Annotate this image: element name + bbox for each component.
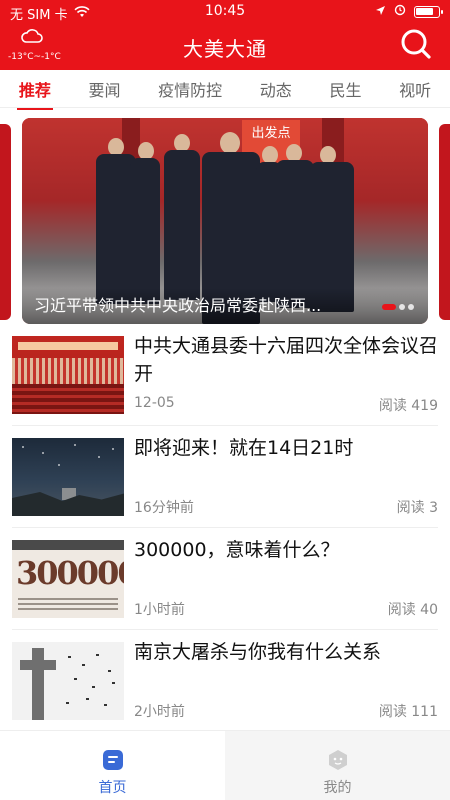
news-time: 2小时前 <box>134 704 185 720</box>
news-time: 16分钟前 <box>134 500 194 516</box>
news-thumbnail: 300000 <box>12 540 124 618</box>
news-thumbnail <box>12 336 124 414</box>
tab-video[interactable]: 视听 <box>397 77 433 101</box>
news-item[interactable]: 中共大通县委十六届四次全体会议召开 12-05 阅读 419 <box>12 324 438 426</box>
news-time: 1小时前 <box>134 602 185 618</box>
search-button[interactable] <box>400 28 432 60</box>
search-icon <box>401 29 431 59</box>
news-title: 中共大通县委十六届四次全体会议召开 <box>134 335 439 385</box>
news-thumbnail <box>12 642 124 720</box>
carousel-slide[interactable]: 出发点 习近平带领中共中央政治局常委赴陕西... <box>22 118 428 324</box>
bottom-navigation: 首页 我的 <box>0 730 450 800</box>
tab-livelihood[interactable]: 民生 <box>327 77 363 101</box>
news-item[interactable]: 即将迎来！就在14日21时 16分钟前 阅读 3 <box>12 426 438 528</box>
news-thumbnail <box>12 438 124 516</box>
app-title: 大美大通 <box>183 37 267 61</box>
news-read-count: 阅读 40 <box>387 602 438 618</box>
news-read-count: 阅读 419 <box>378 398 438 414</box>
category-tabs: 推荐 要闻 疫情防控 动态 民生 视听 <box>0 70 450 110</box>
carousel-indicator <box>382 304 414 310</box>
news-title: 南京大屠杀与你我有什么关系 <box>134 641 382 663</box>
carousel-caption: 习近平带领中共中央政治局常委赴陕西... <box>34 296 322 315</box>
news-time: 12-05 <box>134 395 175 411</box>
tab-headlines[interactable]: 要闻 <box>86 77 122 101</box>
carousel-dot-active[interactable] <box>382 304 396 310</box>
news-read-count: 阅读 111 <box>378 704 438 720</box>
news-list: 中共大通县委十六届四次全体会议召开 12-05 阅读 419 即将迎来！就在14… <box>0 324 450 732</box>
news-item[interactable]: 南京大屠杀与你我有什么关系 2小时前 阅读 111 <box>12 630 438 732</box>
news-item[interactable]: 300000 300000，意味着什么？ 1小时前 阅读 40 <box>12 528 438 630</box>
news-title: 即将迎来！就在14日21时 <box>134 437 354 459</box>
battery-icon <box>414 6 443 18</box>
user-icon <box>328 750 347 770</box>
carousel-prev-slide[interactable] <box>0 124 11 320</box>
nav-home-label: 首页 <box>98 780 127 796</box>
news-read-count: 阅读 3 <box>396 500 438 516</box>
tab-updates[interactable]: 动态 <box>258 77 294 101</box>
thumbnail-number: 300000 <box>16 554 124 592</box>
tab-recommend[interactable]: 推荐 <box>16 77 53 110</box>
alarm-icon <box>394 4 406 20</box>
nav-mine-label: 我的 <box>323 780 352 796</box>
nav-mine[interactable]: 我的 <box>225 731 450 800</box>
carousel-next-slide[interactable] <box>439 124 450 320</box>
carousel-dot[interactable] <box>408 304 414 310</box>
tab-epidemic-control[interactable]: 疫情防控 <box>156 77 224 101</box>
home-icon <box>102 750 123 770</box>
location-icon <box>375 5 386 20</box>
nav-home[interactable]: 首页 <box>0 731 225 800</box>
headline-carousel[interactable]: 出发点 习近平带领中共中央政治局常委赴陕西... <box>0 118 450 324</box>
news-title: 300000，意味着什么？ <box>134 539 340 561</box>
app-screen: 无 SIM 卡 10:45 -13°C~-1°C 大美大通 推荐 要闻 疫情防控… <box>0 0 450 800</box>
app-header: 无 SIM 卡 10:45 -13°C~-1°C 大美大通 <box>0 0 450 70</box>
status-bar: 无 SIM 卡 10:45 <box>0 0 450 24</box>
carousel-dot[interactable] <box>399 304 405 310</box>
